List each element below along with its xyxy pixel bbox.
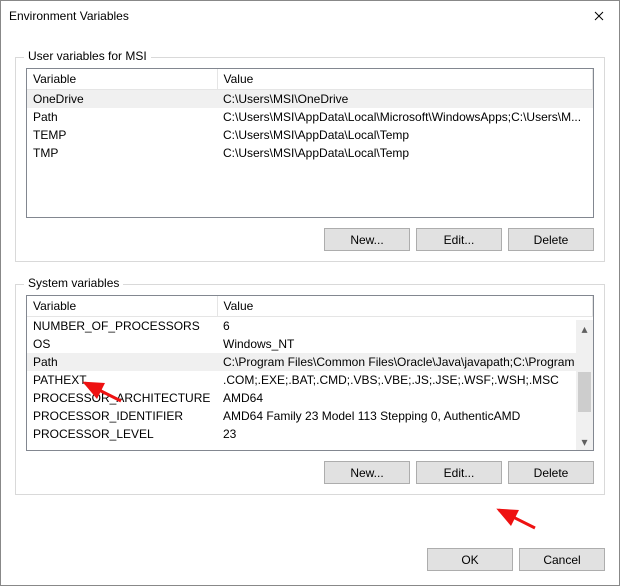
col-value[interactable]: Value bbox=[217, 69, 593, 90]
cell-value: AMD64 Family 23 Model 113 Stepping 0, Au… bbox=[217, 407, 593, 425]
cell-variable: OS bbox=[27, 335, 217, 353]
table-row[interactable]: PathC:\Users\MSI\AppData\Local\Microsoft… bbox=[27, 108, 593, 126]
cell-variable: PROCESSOR_IDENTIFIER bbox=[27, 407, 217, 425]
col-value[interactable]: Value bbox=[217, 296, 593, 317]
window-title: Environment Variables bbox=[9, 9, 129, 23]
system-button-row: New... Edit... Delete bbox=[26, 461, 594, 484]
cell-value: Windows_NT bbox=[217, 335, 593, 353]
cell-value: C:\Users\MSI\OneDrive bbox=[217, 90, 593, 109]
system-delete-button[interactable]: Delete bbox=[508, 461, 594, 484]
cell-value: C:\Users\MSI\AppData\Local\Temp bbox=[217, 144, 593, 162]
cell-variable: TMP bbox=[27, 144, 217, 162]
table-row[interactable]: NUMBER_OF_PROCESSORS6 bbox=[27, 317, 593, 336]
cell-variable: PROCESSOR_ARCHITECTURE bbox=[27, 389, 217, 407]
col-variable[interactable]: Variable bbox=[27, 296, 217, 317]
system-new-button[interactable]: New... bbox=[324, 461, 410, 484]
ok-button[interactable]: OK bbox=[427, 548, 513, 571]
user-delete-button[interactable]: Delete bbox=[508, 228, 594, 251]
system-edit-button[interactable]: Edit... bbox=[416, 461, 502, 484]
content-area: User variables for MSI Variable Value On… bbox=[1, 31, 619, 585]
close-icon bbox=[594, 11, 604, 21]
scroll-thumb[interactable] bbox=[578, 372, 591, 412]
cell-value: AMD64 bbox=[217, 389, 593, 407]
cell-variable: NUMBER_OF_PROCESSORS bbox=[27, 317, 217, 336]
cancel-button[interactable]: Cancel bbox=[519, 548, 605, 571]
cell-value: C:\Users\MSI\AppData\Local\Temp bbox=[217, 126, 593, 144]
cell-variable: OneDrive bbox=[27, 90, 217, 109]
scroll-up-icon[interactable]: ▴ bbox=[576, 320, 593, 337]
cell-value: C:\Users\MSI\AppData\Local\Microsoft\Win… bbox=[217, 108, 593, 126]
scroll-track[interactable] bbox=[576, 337, 593, 433]
system-variables-group: System variables Variable Value NUMBER_O… bbox=[15, 284, 605, 495]
footer-buttons: OK Cancel bbox=[427, 548, 605, 571]
env-vars-window: Environment Variables User variables for… bbox=[0, 0, 620, 586]
table-row[interactable]: PROCESSOR_IDENTIFIERAMD64 Family 23 Mode… bbox=[27, 407, 593, 425]
user-button-row: New... Edit... Delete bbox=[26, 228, 594, 251]
table-row[interactable]: OSWindows_NT bbox=[27, 335, 593, 353]
table-row[interactable]: OneDriveC:\Users\MSI\OneDrive bbox=[27, 90, 593, 109]
cell-value: 23 bbox=[217, 425, 593, 443]
user-new-button[interactable]: New... bbox=[324, 228, 410, 251]
user-variables-table[interactable]: Variable Value OneDriveC:\Users\MSI\OneD… bbox=[26, 68, 594, 218]
cell-variable: TEMP bbox=[27, 126, 217, 144]
user-edit-button[interactable]: Edit... bbox=[416, 228, 502, 251]
scroll-down-icon[interactable]: ▾ bbox=[576, 433, 593, 450]
user-variables-legend: User variables for MSI bbox=[24, 49, 151, 63]
cell-value: C:\Program Files\Common Files\Oracle\Jav… bbox=[217, 353, 593, 371]
cell-variable: Path bbox=[27, 108, 217, 126]
table-row[interactable]: PathC:\Program Files\Common Files\Oracle… bbox=[27, 353, 593, 371]
cell-value: 6 bbox=[217, 317, 593, 336]
titlebar: Environment Variables bbox=[1, 1, 619, 31]
table-row[interactable]: PATHEXT.COM;.EXE;.BAT;.CMD;.VBS;.VBE;.JS… bbox=[27, 371, 593, 389]
close-button[interactable] bbox=[579, 1, 619, 31]
cell-value: .COM;.EXE;.BAT;.CMD;.VBS;.VBE;.JS;.JSE;.… bbox=[217, 371, 593, 389]
cell-variable: PATHEXT bbox=[27, 371, 217, 389]
cell-variable: PROCESSOR_LEVEL bbox=[27, 425, 217, 443]
table-row[interactable]: TEMPC:\Users\MSI\AppData\Local\Temp bbox=[27, 126, 593, 144]
system-variables-legend: System variables bbox=[24, 276, 123, 290]
table-row[interactable]: PROCESSOR_LEVEL23 bbox=[27, 425, 593, 443]
table-row[interactable]: TMPC:\Users\MSI\AppData\Local\Temp bbox=[27, 144, 593, 162]
system-variables-table[interactable]: Variable Value NUMBER_OF_PROCESSORS6OSWi… bbox=[26, 295, 594, 451]
scrollbar[interactable]: ▴ ▾ bbox=[576, 320, 593, 450]
col-variable[interactable]: Variable bbox=[27, 69, 217, 90]
table-row[interactable]: PROCESSOR_ARCHITECTUREAMD64 bbox=[27, 389, 593, 407]
user-variables-group: User variables for MSI Variable Value On… bbox=[15, 57, 605, 262]
cell-variable: Path bbox=[27, 353, 217, 371]
